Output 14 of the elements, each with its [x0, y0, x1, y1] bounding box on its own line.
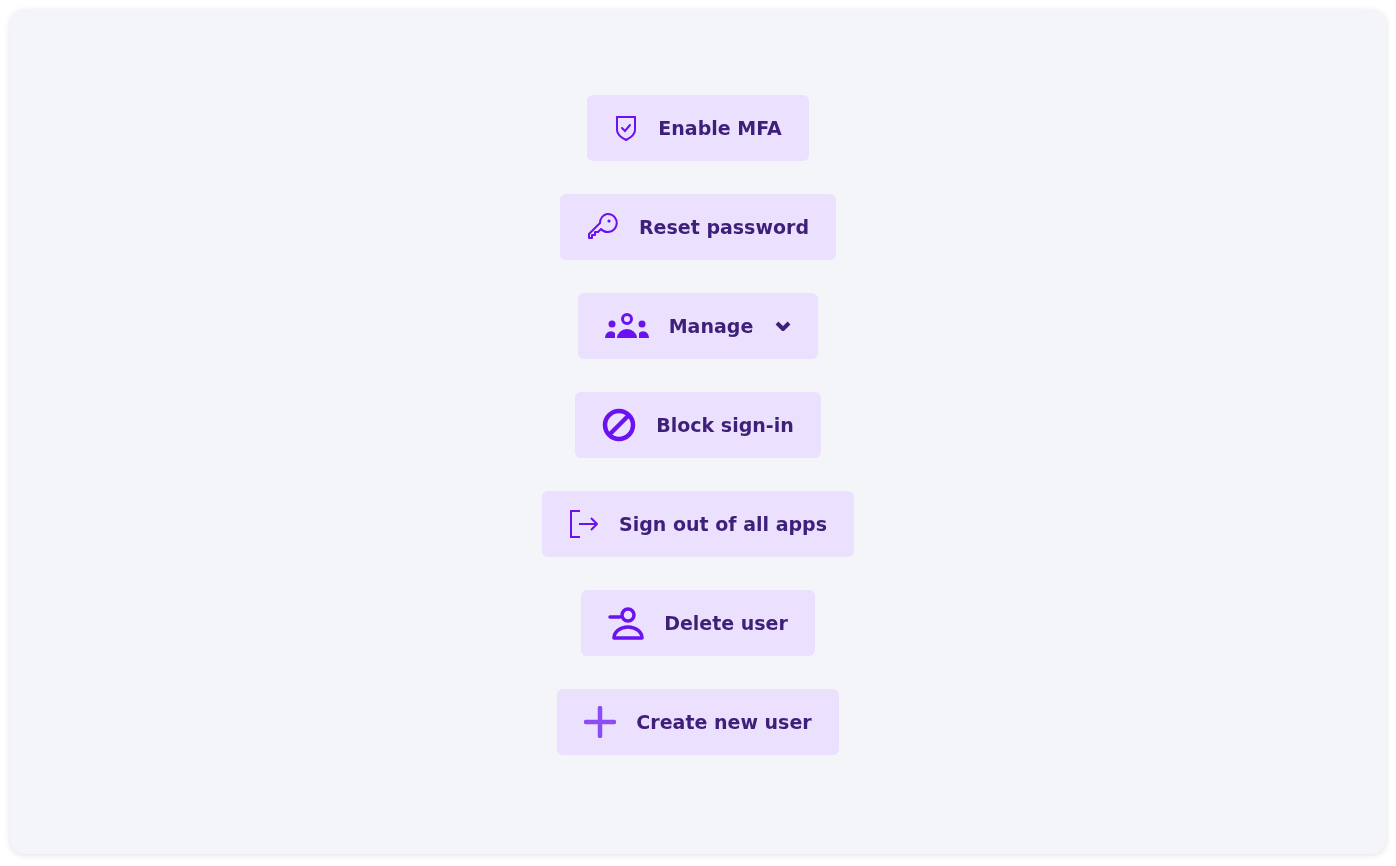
action-button[interactable]: Delete user — [581, 590, 815, 656]
action-button[interactable]: Block sign-in — [575, 392, 821, 458]
action-button[interactable]: Enable MFA — [587, 95, 809, 161]
action-button[interactable]: Reset password — [560, 194, 836, 260]
action-button[interactable]: Create new user — [557, 689, 839, 755]
people-icon — [604, 313, 649, 339]
plus-icon — [584, 706, 617, 738]
shield-check-icon — [614, 114, 639, 142]
block-icon — [602, 408, 637, 442]
action-button[interactable]: Sign out of all apps — [542, 491, 854, 557]
sign-out-icon — [569, 509, 599, 539]
action-button[interactable]: Manage — [577, 293, 819, 359]
remove-user-icon — [608, 606, 645, 640]
caret-icon — [775, 320, 792, 332]
